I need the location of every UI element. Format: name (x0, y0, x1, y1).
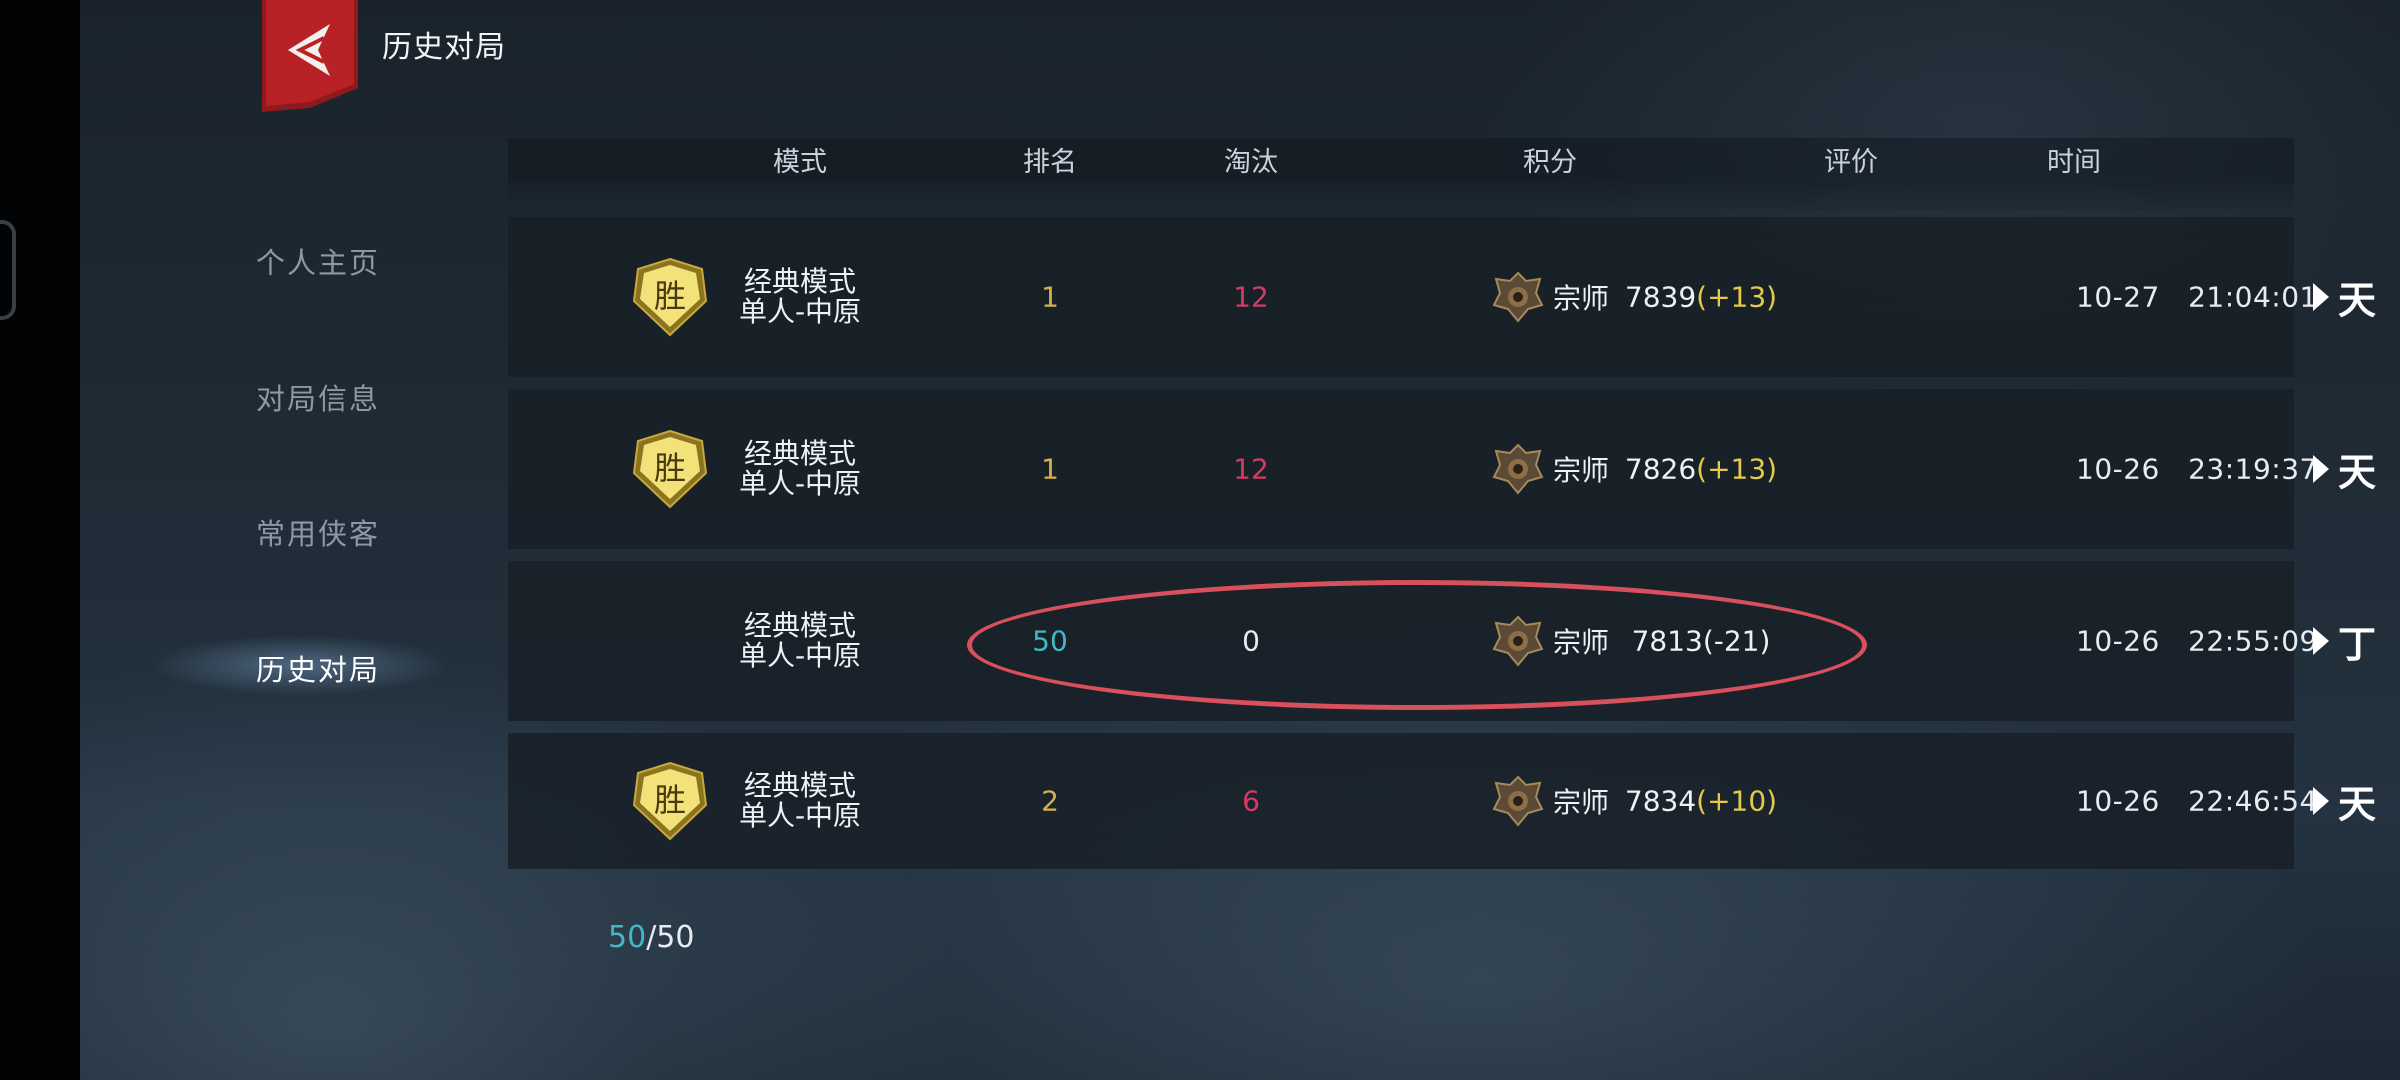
score-delta: (-21) (1702, 624, 1771, 658)
grandmaster-tier-icon (1492, 443, 1544, 495)
victory-badge: 胜 (632, 761, 708, 841)
mode-name: 经典模式 (743, 437, 857, 470)
tier-label: 宗师 (1552, 282, 1610, 315)
score-value: 7839 (1624, 280, 1697, 314)
history-screen: 历史对局 个人主页 对局信息 常用侠客 历史对局 模式 排名 淘汰 积分 评价 … (80, 0, 2400, 1080)
current-count: 50 (608, 920, 647, 955)
tier-label: 宗师 (1552, 454, 1610, 487)
rank-value: 50 (1032, 624, 1068, 658)
sidebar-item-history[interactable]: 历史对局 (256, 647, 380, 689)
column-header-mode: 模式 (773, 147, 827, 178)
screen-edge (0, 0, 80, 1080)
mode-map: 单人-中原 (738, 639, 862, 672)
victory-badge: 胜 (632, 257, 708, 337)
datetime-cell: 10-26 22:55:09 (2076, 625, 2318, 658)
mode-cell: 经典模式 单人-中原 (739, 267, 861, 327)
mode-cell: 经典模式 单人-中原 (739, 771, 861, 831)
kills-value: 12 (1233, 280, 1269, 314)
date-value: 10-26 (2076, 784, 2160, 818)
table-row[interactable]: 胜 经典模式 单人-中原 1 12 宗师 7839(+13) 天 10-27 2… (508, 217, 2376, 377)
date-value: 10-27 (2076, 280, 2160, 314)
mode-cell: 经典模式 单人-中原 (739, 611, 861, 671)
mode-name: 经典模式 (743, 769, 857, 802)
datetime-cell: 10-27 21:04:01 (2076, 281, 2318, 314)
grandmaster-tier-icon (1492, 615, 1544, 667)
table-row[interactable]: 胜 经典模式 单人-中原 2 6 宗师 7834(+10) 天 10-26 22… (508, 733, 2376, 869)
kills-value: 6 (1242, 784, 1260, 818)
victory-badge: 胜 (632, 429, 708, 509)
grade-glyph: 天 (2337, 781, 2377, 827)
count-separator: / (646, 920, 657, 955)
mode-map: 单人-中原 (738, 799, 862, 832)
rank-value: 2 (1041, 784, 1059, 818)
mode-name: 经典模式 (743, 609, 857, 642)
score-cell: 7813(-21) (1632, 625, 1771, 658)
table-row[interactable]: 胜 经典模式 单人-中原 1 12 宗师 7826(+13) 天 10-26 2… (508, 389, 2376, 549)
kills-value: 12 (1233, 452, 1269, 486)
time-value: 22:55:09 (2188, 624, 2318, 658)
play-arrow-icon[interactable] (2313, 787, 2329, 815)
sidebar-item-profile[interactable]: 个人主页 (256, 240, 380, 282)
grandmaster-tier-icon (1492, 775, 1544, 827)
score-value: 7834 (1624, 784, 1697, 818)
score-cell: 7834(+10) (1625, 785, 1777, 818)
sidebar-item-heroes[interactable]: 常用侠客 (256, 511, 380, 553)
column-header-kills: 淘汰 (1224, 147, 1278, 178)
grandmaster-tier-icon (1492, 271, 1544, 323)
kills-value: 0 (1242, 624, 1260, 658)
score-delta: (+10) (1696, 784, 1778, 818)
sidebar-item-match-info[interactable]: 对局信息 (256, 376, 380, 418)
column-header-rank: 排名 (1023, 147, 1077, 178)
play-arrow-icon[interactable] (2313, 627, 2329, 655)
mode-name: 经典模式 (743, 265, 857, 298)
score-delta: (+13) (1696, 452, 1778, 486)
time-value: 23:19:37 (2188, 452, 2318, 486)
tier-label: 宗师 (1552, 626, 1610, 659)
score-delta: (+13) (1696, 280, 1778, 314)
date-value: 10-26 (2076, 624, 2160, 658)
victory-label: 胜 (654, 449, 686, 487)
rank-value: 1 (1041, 452, 1059, 486)
score-value: 7813 (1631, 624, 1703, 658)
rank-value: 1 (1041, 280, 1059, 314)
time-value: 21:04:01 (2188, 280, 2318, 314)
datetime-cell: 10-26 22:46:54 (2076, 785, 2318, 818)
date-value: 10-26 (2076, 452, 2160, 486)
victory-label: 胜 (654, 781, 686, 819)
score-cell: 7839(+13) (1625, 281, 1777, 314)
datetime-cell: 10-26 23:19:37 (2076, 453, 2318, 486)
total-count: 50 (656, 920, 695, 955)
page-title: 历史对局 (382, 30, 506, 65)
score-cell: 7826(+13) (1625, 453, 1777, 486)
mode-map: 单人-中原 (738, 467, 862, 500)
play-arrow-icon[interactable] (2313, 455, 2329, 483)
edge-handle (0, 220, 16, 320)
grade-glyph: 天 (2337, 277, 2377, 323)
tier-label: 宗师 (1552, 786, 1610, 819)
time-value: 22:46:54 (2188, 784, 2318, 818)
header-divider (508, 182, 2294, 210)
play-arrow-icon[interactable] (2313, 283, 2329, 311)
score-value: 7826 (1624, 452, 1697, 486)
column-header-time: 时间 (2047, 147, 2101, 178)
victory-label: 胜 (654, 277, 686, 315)
grade-glyph: 天 (2337, 449, 2377, 495)
back-button[interactable] (260, 0, 360, 112)
mode-map: 单人-中原 (738, 295, 862, 328)
column-header-score: 积分 (1523, 147, 1577, 178)
column-header-grade: 评价 (1824, 147, 1878, 178)
table-row[interactable]: 经典模式 单人-中原 50 0 宗师 7813(-21) 丁 10-26 22:… (508, 561, 2376, 721)
page-counter: 50/50 (608, 920, 694, 955)
grade-glyph: 丁 (2337, 621, 2377, 667)
mode-cell: 经典模式 单人-中原 (739, 439, 861, 499)
